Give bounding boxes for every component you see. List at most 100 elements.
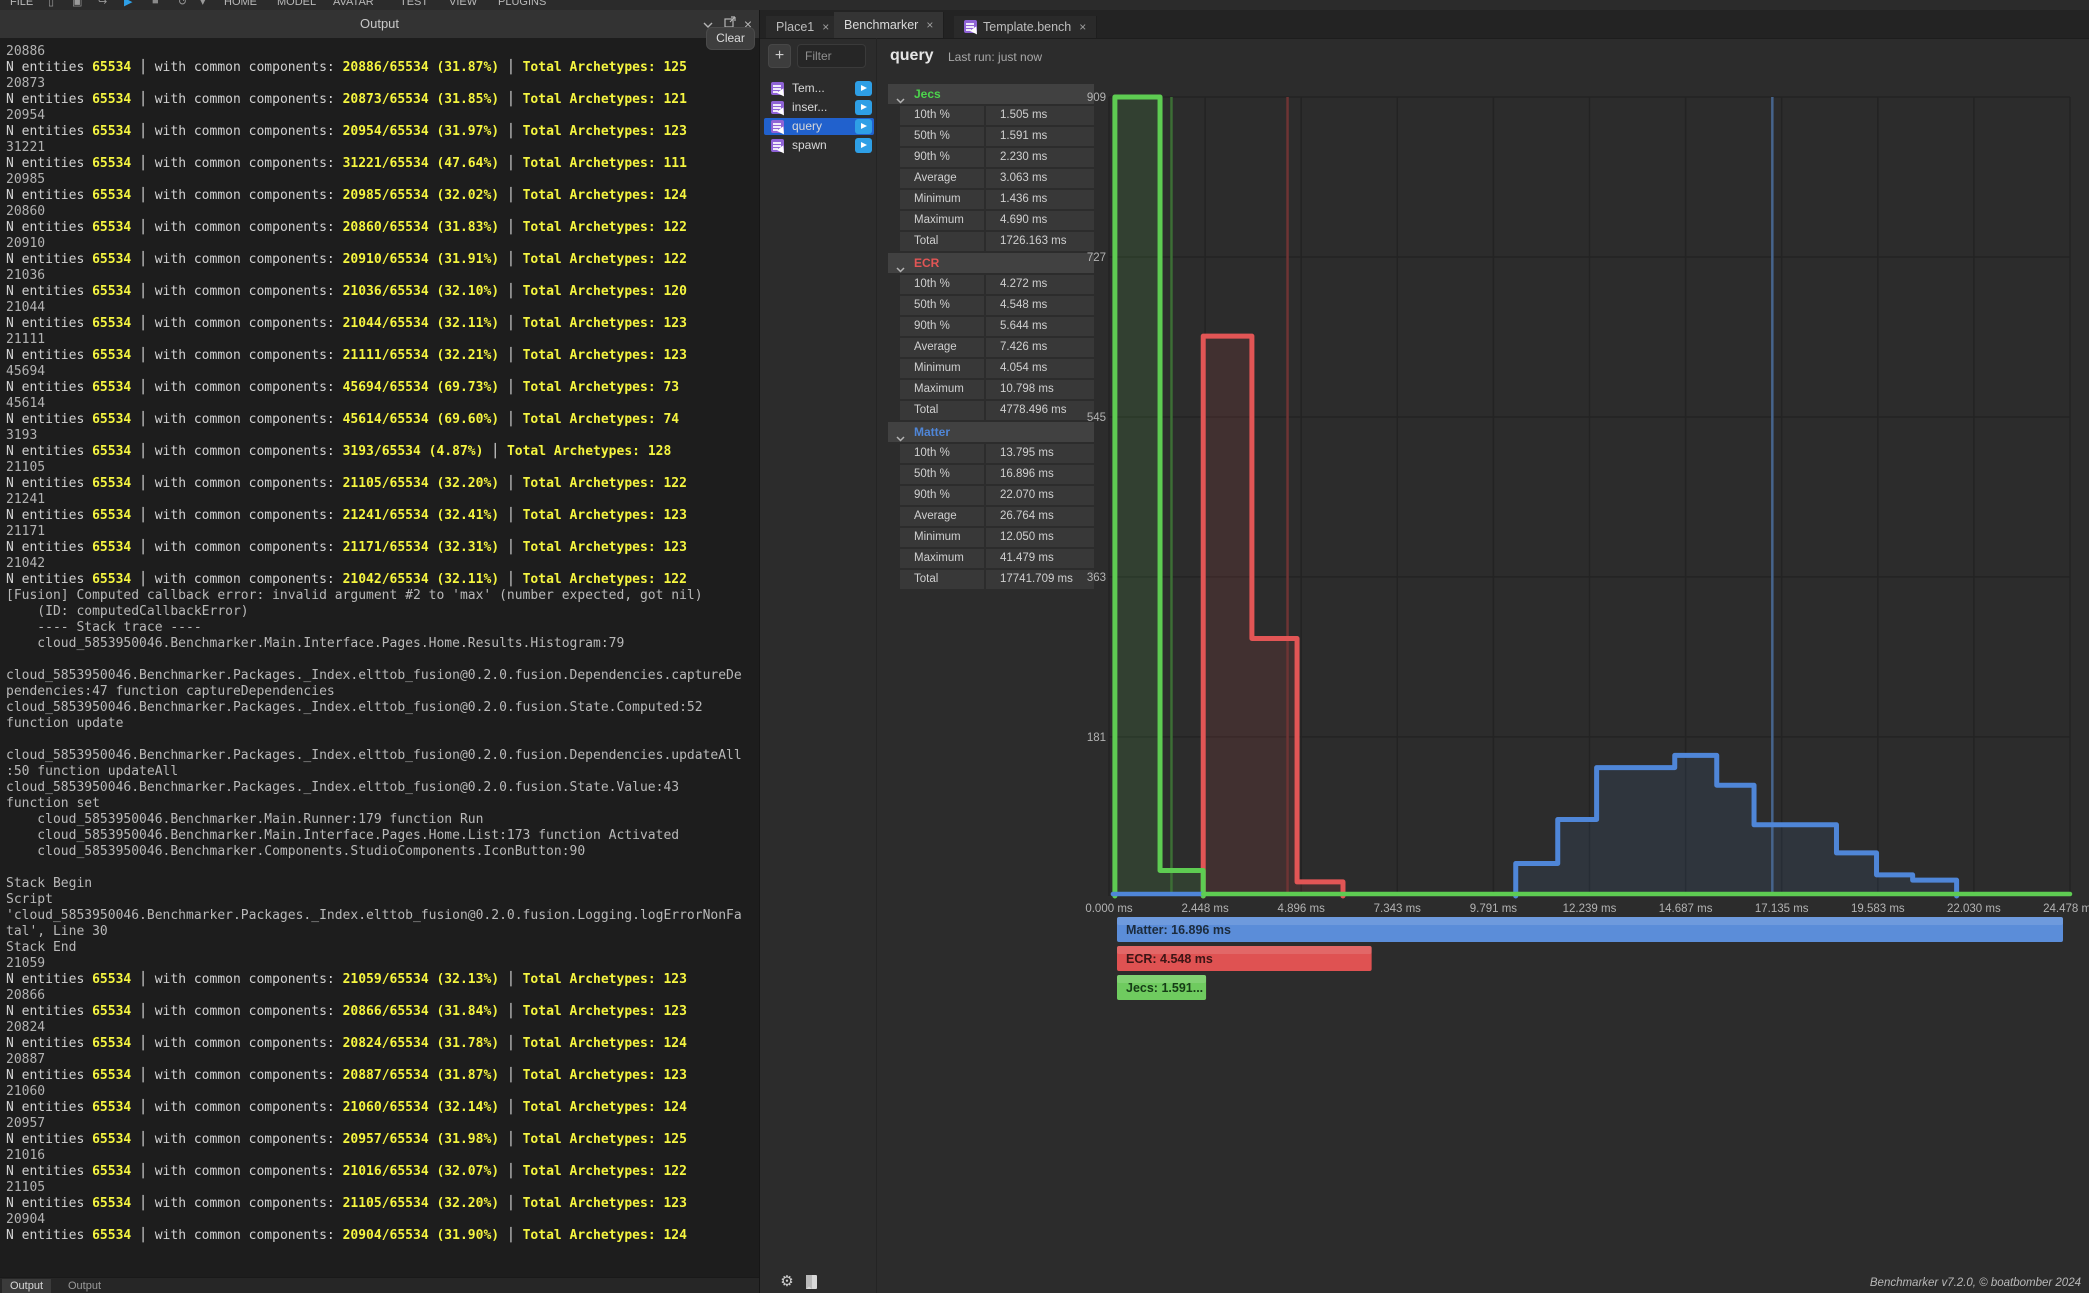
log-line: N entities 65534 │ with common component…: [6, 1068, 759, 1084]
stat-value-cell: 10.798 ms: [986, 380, 1094, 399]
log-line: N entities 65534 │ with common component…: [6, 1036, 759, 1052]
log-error-line: cloud_5853950046.Benchmarker.Components.…: [6, 844, 759, 860]
bottom-tab-output-0[interactable]: Output: [2, 1279, 51, 1293]
run-benchmark-button[interactable]: [855, 81, 872, 96]
docs-book-icon[interactable]: [803, 1274, 819, 1293]
log-line: 21105: [6, 460, 759, 476]
stat-value: 1.436 ms: [1000, 190, 1047, 209]
menu-tab-model[interactable]: MODEL: [277, 0, 316, 8]
stat-value: 4778.496 ms: [1000, 401, 1067, 420]
script-icon: [771, 139, 784, 152]
stat-value-cell: 1726.163 ms: [986, 232, 1094, 251]
doc-tab-place1[interactable]: Place1 ×: [766, 16, 840, 38]
redo-icon[interactable]: ↪: [98, 0, 107, 8]
list-item-tem[interactable]: Tem...: [764, 80, 874, 97]
close-icon[interactable]: ×: [822, 16, 829, 38]
log-error-line: cloud_5853950046.Benchmarker.Main.Interf…: [6, 636, 759, 652]
stat-value: 1.591 ms: [1000, 127, 1047, 146]
add-benchmark-button[interactable]: +: [768, 44, 791, 68]
log-error-line: cloud_5853950046.Benchmarker.Packages._I…: [6, 700, 759, 716]
y-axis-tick-label: 181: [1087, 732, 1106, 744]
stat-label-cell: 10th %: [900, 444, 984, 463]
menu-tab-avatar[interactable]: AVATAR: [333, 0, 374, 8]
log-error-line: cloud_5853950046.Benchmarker.Packages._I…: [6, 748, 759, 764]
log-line: 21059: [6, 956, 759, 972]
log-line: 3193: [6, 428, 759, 444]
section-header-ecr[interactable]: ECR: [888, 253, 1094, 273]
doc-tab-label: Template.bench: [983, 20, 1071, 34]
stat-row-maximum: Maximum4.690 ms: [888, 211, 1094, 230]
paste-icon[interactable]: ▯: [48, 0, 54, 8]
log-line: 20886: [6, 44, 759, 60]
doc-tab-benchmarker[interactable]: Benchmarker×: [834, 12, 944, 38]
section-name: Jecs: [914, 84, 941, 104]
list-item-inser[interactable]: inser...: [764, 99, 874, 116]
stat-value: 7.426 ms: [1000, 338, 1047, 357]
stat-label: 10th %: [914, 275, 950, 294]
menu-tab-view[interactable]: VIEW: [449, 0, 477, 8]
close-icon[interactable]: ×: [926, 12, 933, 38]
stat-row-total: Total4778.496 ms: [888, 401, 1094, 420]
log-line: N entities 65534 │ with common component…: [6, 1228, 759, 1244]
save-icon[interactable]: ▣: [72, 0, 82, 8]
menu-file[interactable]: FILE: [10, 0, 33, 8]
legend-bar-label: ECR: 4.548 ms: [1126, 952, 1213, 966]
stop-icon[interactable]: ■: [152, 0, 159, 7]
log-line: 21044: [6, 300, 759, 316]
benchmarker-plugin-window: Place1×Benchmarker×Template.bench× + Tem…: [760, 10, 2089, 1293]
undo-icon[interactable]: ↺: [178, 0, 187, 8]
stat-value-cell: 1.436 ms: [986, 190, 1094, 209]
stat-row-50th: 50th %1.591 ms: [888, 127, 1094, 146]
x-axis-tick-label: 12.239 ms: [1563, 903, 1617, 915]
list-item-query[interactable]: query: [764, 118, 874, 135]
run-benchmark-button[interactable]: [855, 138, 872, 153]
log-line: N entities 65534 │ with common component…: [6, 444, 759, 460]
log-line: 45614: [6, 396, 759, 412]
log-line: 21105: [6, 1180, 759, 1196]
menu-tab-home[interactable]: HOME: [224, 0, 257, 8]
log-line: N entities 65534 │ with common component…: [6, 316, 759, 332]
play-icon[interactable]: ▶: [124, 0, 132, 8]
chevron-down-icon[interactable]: ▾: [200, 0, 206, 8]
clear-button[interactable]: Clear: [706, 27, 755, 50]
x-axis-tick-label: 24.478 ms: [2043, 903, 2089, 915]
run-benchmark-button[interactable]: [855, 119, 872, 134]
filter-input[interactable]: [797, 44, 866, 68]
run-benchmark-button[interactable]: [855, 100, 872, 115]
doc-tab-template-bench[interactable]: Template.bench ×: [954, 16, 1097, 38]
log-line: N entities 65534 │ with common component…: [6, 60, 759, 76]
log-line: 20910: [6, 236, 759, 252]
log-line: 20824: [6, 1020, 759, 1036]
close-icon[interactable]: ×: [1079, 16, 1086, 38]
section-header-jecs[interactable]: Jecs: [888, 84, 1094, 104]
stat-row-10th: 10th %1.505 ms: [888, 106, 1094, 125]
stat-value-cell: 4.054 ms: [986, 359, 1094, 378]
menu-tab-plugins[interactable]: PLUGINS: [498, 0, 546, 8]
stat-label: 90th %: [914, 148, 950, 167]
stat-value-cell: 41.479 ms: [986, 549, 1094, 568]
stat-row-50th: 50th %16.896 ms: [888, 465, 1094, 484]
results-title: query: [890, 47, 934, 65]
y-axis-tick-label: 727: [1087, 252, 1106, 264]
stat-value-cell: 26.764 ms: [986, 507, 1094, 526]
log-line: N entities 65534 │ with common component…: [6, 220, 759, 236]
section-header-matter[interactable]: Matter: [888, 422, 1094, 442]
log-error-line: 'cloud_5853950046.Benchmarker.Packages._…: [6, 908, 759, 924]
stat-label: Average: [914, 338, 957, 357]
stat-value: 1726.163 ms: [1000, 232, 1067, 251]
output-console: 20886N entities 65534 │ with common comp…: [0, 38, 759, 1287]
stat-value-cell: 12.050 ms: [986, 528, 1094, 547]
log-line: N entities 65534 │ with common component…: [6, 124, 759, 140]
log-error-line: pendencies:47 function captureDependenci…: [6, 684, 759, 700]
stat-label-cell: Average: [900, 507, 984, 526]
gear-icon[interactable]: ⚙: [778, 1273, 796, 1291]
log-line: 45694: [6, 364, 759, 380]
menu-tab-test[interactable]: TEST: [400, 0, 428, 8]
stat-value-cell: 4.548 ms: [986, 296, 1094, 315]
bottom-tab-output-1[interactable]: Output: [60, 1279, 109, 1293]
doc-tab-label: Place1: [776, 20, 814, 34]
stat-label: 90th %: [914, 486, 950, 505]
stat-label-cell: 90th %: [900, 486, 984, 505]
log-line: 20957: [6, 1116, 759, 1132]
list-item-spawn[interactable]: spawn: [764, 137, 874, 154]
